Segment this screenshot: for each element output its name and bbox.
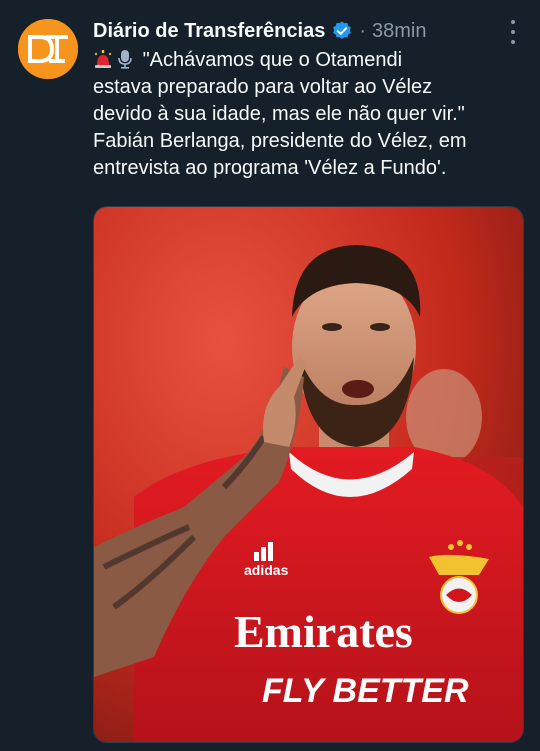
tweet-line-1: "Achávamos que o Otamendi [93,47,523,74]
sponsor-line2: FLY BETTER [262,672,469,710]
more-options-icon[interactable] [508,20,518,44]
tweet-line-2: estava preparado para voltar ao Vélez [93,76,433,98]
tweet-time[interactable]: 38min [372,14,426,48]
tweet-line-4: Fabián Berlanga, presidente do Vélez, em [93,130,467,152]
sponsor-line1: Emirates [234,606,413,657]
verified-badge-icon [333,21,352,39]
account-name[interactable]: Diário de Transferências [93,14,325,48]
tweet-header: Diário de Transferências · 38min [93,14,426,48]
account-avatar[interactable] [18,19,78,79]
rotating-light-icon [94,50,112,68]
shirt-brand-text: adidas [244,562,289,578]
logo-icon [18,19,78,79]
header-separator: · [359,20,366,42]
tweet-photo[interactable]: adidas Emirates FLY BETTER [93,206,524,743]
tweet[interactable]: Diário de Transferências · 38min "Acháva… [0,0,540,751]
microphone-icon [118,50,132,69]
player-photo: adidas Emirates FLY BETTER [94,207,523,742]
tweet-line-text: "Achávamos que o Otamendi [142,49,403,71]
tweet-line-3: devido à sua idade, mas ele não quer vir… [93,103,465,125]
tweet-text: "Achávamos que o Otamendi estava prepara… [93,47,523,182]
tweet-line-5: entrevista ao programa 'Vélez a Fundo'. [93,157,447,179]
